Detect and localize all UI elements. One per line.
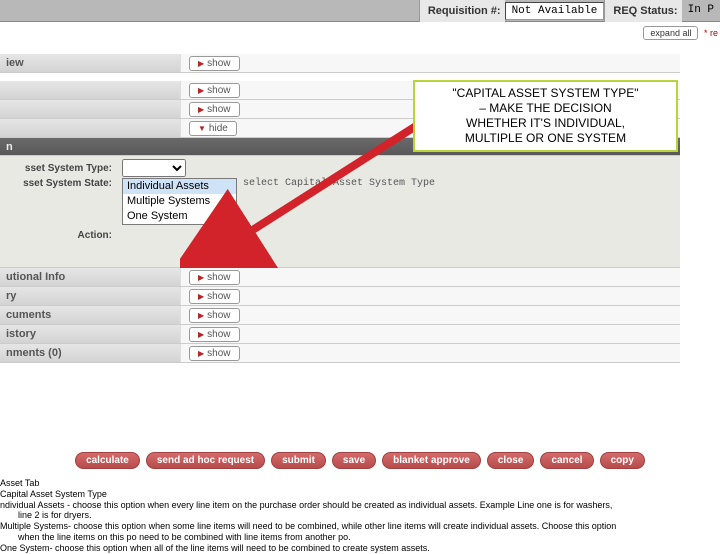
notes-line-5: One System- choose this option when all … xyxy=(0,543,716,554)
expand-all-area: expand all * re xyxy=(643,26,718,40)
triangle-icon: ▶ xyxy=(198,330,204,339)
slide-notes: Asset Tab Capital Asset System Type ndiv… xyxy=(0,478,716,554)
option-individual-assets[interactable]: Individual Assets xyxy=(123,179,236,194)
requisition-label: Requisition #: xyxy=(419,0,505,22)
section-overview-toggle[interactable]: ▶show xyxy=(189,56,240,71)
section-assignments-toggle[interactable]: ▶show xyxy=(189,346,240,361)
notes-line-4b: when the line items on this po need to b… xyxy=(0,532,716,543)
asset-body-toggle[interactable]: ▶show xyxy=(188,248,239,263)
triangle-icon: ▶ xyxy=(198,105,204,114)
requisition-value: Not Available xyxy=(505,2,605,20)
section-delivery: ry ▶show xyxy=(0,287,680,306)
section-institutional-info: utional Info ▶show xyxy=(0,268,680,287)
asset-system-state-label: sset System State: xyxy=(0,178,118,189)
asset-system-type-label: sset System Type: xyxy=(0,163,118,174)
send-ad-hoc-request-button[interactable]: send ad hoc request xyxy=(146,452,265,469)
notes-line-3b: line 2 is for dryers. xyxy=(0,510,716,521)
asset-action-label: Action: xyxy=(0,230,118,241)
submit-button[interactable]: submit xyxy=(271,452,326,469)
section-documents-toggle[interactable]: ▶show xyxy=(189,308,240,323)
section-overview: iew ▶show xyxy=(0,54,680,73)
expand-all-button[interactable]: expand all xyxy=(643,26,698,40)
asset-type-dropdown-list[interactable]: Individual Assets Multiple Systems One S… xyxy=(122,178,237,225)
section-mid-3-label xyxy=(0,119,180,137)
callout-line-2: – MAKE THE DECISION xyxy=(421,101,670,116)
triangle-icon: ▶ xyxy=(198,59,204,68)
req-status-label: REQ Status: xyxy=(604,0,681,22)
asset-body: sset System Type: sset System State: Ind… xyxy=(0,156,680,268)
triangle-icon: ▼ xyxy=(198,124,206,133)
section-history-toggle[interactable]: ▶show xyxy=(189,327,240,342)
section-assignments: nments (0) ▶show xyxy=(0,344,680,363)
copy-button[interactable]: copy xyxy=(600,452,645,469)
triangle-icon: ▶ xyxy=(197,251,203,260)
section-documents: cuments ▶show xyxy=(0,306,680,325)
section-overview-label: iew xyxy=(0,54,180,72)
asset-system-state-row: sset System State: Individual Assets Mul… xyxy=(0,178,680,225)
action-bar: calculate send ad hoc request submit sav… xyxy=(0,452,720,469)
notes-line-3: ndividual Assets - choose this option wh… xyxy=(0,500,716,511)
asset-system-type-row: sset System Type: xyxy=(0,158,680,178)
asset-type-hint: select Capital Asset System Type xyxy=(243,178,435,189)
asset-action-row: Action: xyxy=(0,225,680,245)
req-status-value: In P xyxy=(682,2,720,20)
section-mid-1-toggle[interactable]: ▶show xyxy=(189,83,240,98)
callout-line-1: "CAPITAL ASSET SYSTEM TYPE" xyxy=(421,86,670,101)
asset-system-type-select[interactable] xyxy=(122,159,186,177)
callout-line-4: MULTIPLE OR ONE SYSTEM xyxy=(421,131,670,146)
section-history: istory ▶show xyxy=(0,325,680,344)
triangle-icon: ▶ xyxy=(198,311,204,320)
section-delivery-toggle[interactable]: ▶show xyxy=(189,289,240,304)
calculate-button[interactable]: calculate xyxy=(75,452,140,469)
section-documents-label: cuments xyxy=(0,306,180,324)
triangle-icon: ▶ xyxy=(198,349,204,358)
required-hint: * re xyxy=(704,28,718,38)
option-one-system[interactable]: One System xyxy=(123,209,236,224)
notes-line-1: Asset Tab xyxy=(0,478,716,489)
section-institutional-info-toggle[interactable]: ▶show xyxy=(189,270,240,285)
section-mid-3-toggle[interactable]: ▼hide xyxy=(189,121,237,136)
notes-line-2: Capital Asset System Type xyxy=(0,489,716,500)
cancel-button[interactable]: cancel xyxy=(540,452,593,469)
triangle-icon: ▶ xyxy=(198,292,204,301)
save-button[interactable]: save xyxy=(332,452,376,469)
callout-capital-asset-type: "CAPITAL ASSET SYSTEM TYPE" – MAKE THE D… xyxy=(413,80,678,152)
option-multiple-systems[interactable]: Multiple Systems xyxy=(123,194,236,209)
section-mid-2-label xyxy=(0,100,180,118)
section-mid-1-label xyxy=(0,81,180,99)
section-institutional-info-label: utional Info xyxy=(0,268,180,286)
triangle-icon: ▶ xyxy=(198,273,204,282)
notes-line-4: Multiple Systems- choose this option whe… xyxy=(0,521,716,532)
header-info: Requisition #: Not Available REQ Status:… xyxy=(419,0,720,22)
triangle-icon: ▶ xyxy=(198,86,204,95)
section-history-label: istory xyxy=(0,325,180,343)
callout-line-3: WHETHER IT'S INDIVIDUAL, xyxy=(421,116,670,131)
section-delivery-label: ry xyxy=(0,287,180,305)
asset-body-toggle-row: ▶show xyxy=(0,245,680,265)
section-assignments-label: nments (0) xyxy=(0,344,180,362)
close-button[interactable]: close xyxy=(487,452,535,469)
section-mid-2-toggle[interactable]: ▶show xyxy=(189,102,240,117)
blanket-approve-button[interactable]: blanket approve xyxy=(382,452,481,469)
